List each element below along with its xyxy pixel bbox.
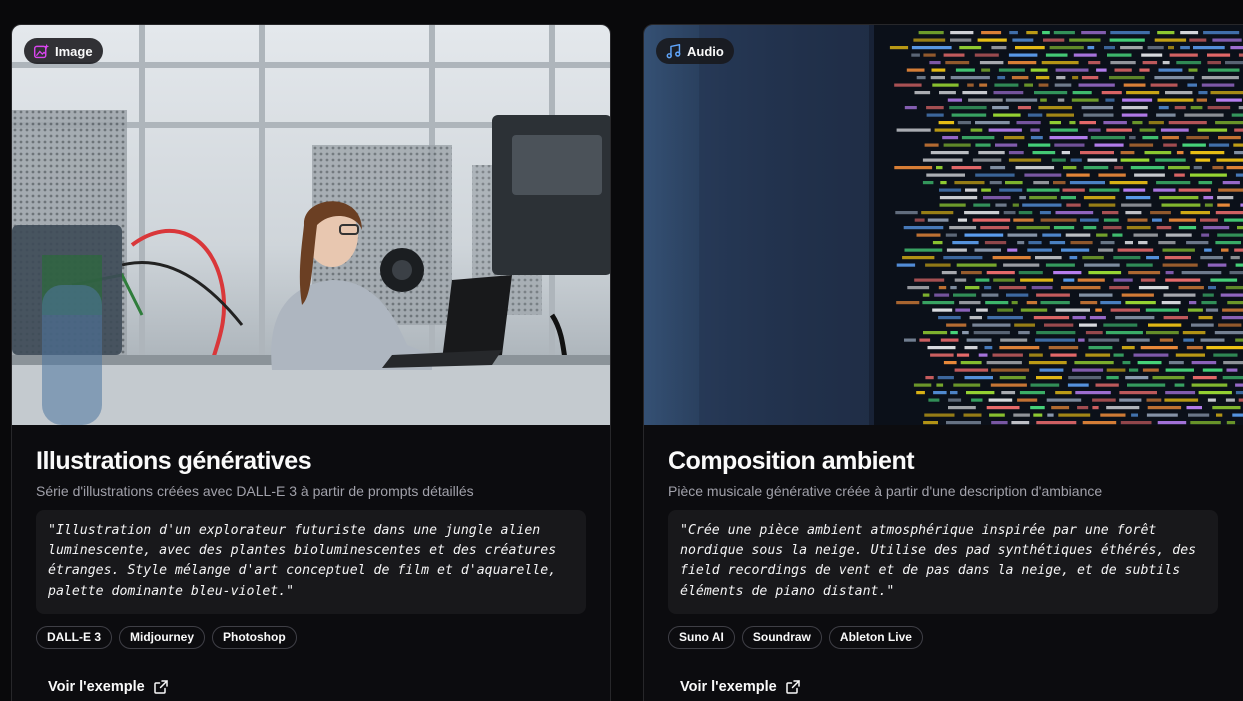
- external-link-icon: [785, 680, 800, 694]
- external-link-icon: [153, 680, 168, 694]
- prompt-box: "Illustration d'un explorateur futuriste…: [36, 510, 586, 614]
- type-badge-label: Image: [55, 43, 93, 59]
- view-example-link[interactable]: Voir l'exemple: [680, 679, 1218, 695]
- card-title: Composition ambient: [668, 447, 915, 475]
- prompt-line: étranges. Style mélange d'art conceptuel…: [48, 563, 557, 579]
- tool-tag: Midjourney: [119, 625, 206, 649]
- view-example-label: Voir l'exemple: [680, 678, 777, 695]
- card-subtitle: Pièce musicale générative créée à partir…: [668, 483, 1103, 499]
- card-image-photo: Image: [12, 25, 610, 425]
- tool-tag: Ableton Live: [828, 625, 923, 649]
- tool-tag: Suno AI: [668, 625, 735, 649]
- prompt-line: "Illustration d'un explorateur futuriste…: [48, 523, 541, 538]
- view-example-link[interactable]: Voir l'exemple: [48, 679, 586, 695]
- tool-tags: DALL-E 3 Midjourney Photoshop: [36, 625, 586, 649]
- example-card-image: Image Illustrations génératives Série d'…: [11, 24, 611, 701]
- card-title: Illustrations génératives: [36, 447, 312, 475]
- card-audio-photo: Audio: [644, 25, 1243, 425]
- type-badge-label: Audio: [687, 43, 724, 59]
- music-note-icon: [666, 43, 681, 58]
- prompt-line: "Crée une pièce ambient atmosphérique in…: [680, 523, 1157, 538]
- type-badge: Image: [24, 38, 103, 64]
- tool-tag: Photoshop: [212, 625, 297, 649]
- tool-tags: Suno AI Soundraw Ableton Live: [668, 625, 1218, 649]
- prompt-line: éléments de piano distant.": [680, 583, 895, 599]
- prompt-line: nordique sous la neige. Utilise des pad …: [680, 543, 1197, 559]
- image-sparkle-icon: [33, 43, 50, 58]
- card-subtitle: Série d'illustrations créées avec DALL-E…: [36, 483, 474, 499]
- tool-tag: DALL-E 3: [36, 625, 112, 649]
- view-example-label: Voir l'exemple: [48, 678, 145, 695]
- example-card-audio: Audio Composition ambient Pièce musicale…: [643, 24, 1243, 701]
- prompt-line: field recordings de vent et de pas dans …: [680, 563, 1181, 579]
- prompt-line: luminescente, avec des plantes biolumine…: [48, 543, 557, 559]
- tool-tag: Soundraw: [741, 625, 822, 649]
- prompt-line: palette dominante bleu-violet.": [48, 583, 295, 599]
- type-badge: Audio: [656, 38, 734, 64]
- prompt-box: "Crée une pièce ambient atmosphérique in…: [668, 510, 1218, 614]
